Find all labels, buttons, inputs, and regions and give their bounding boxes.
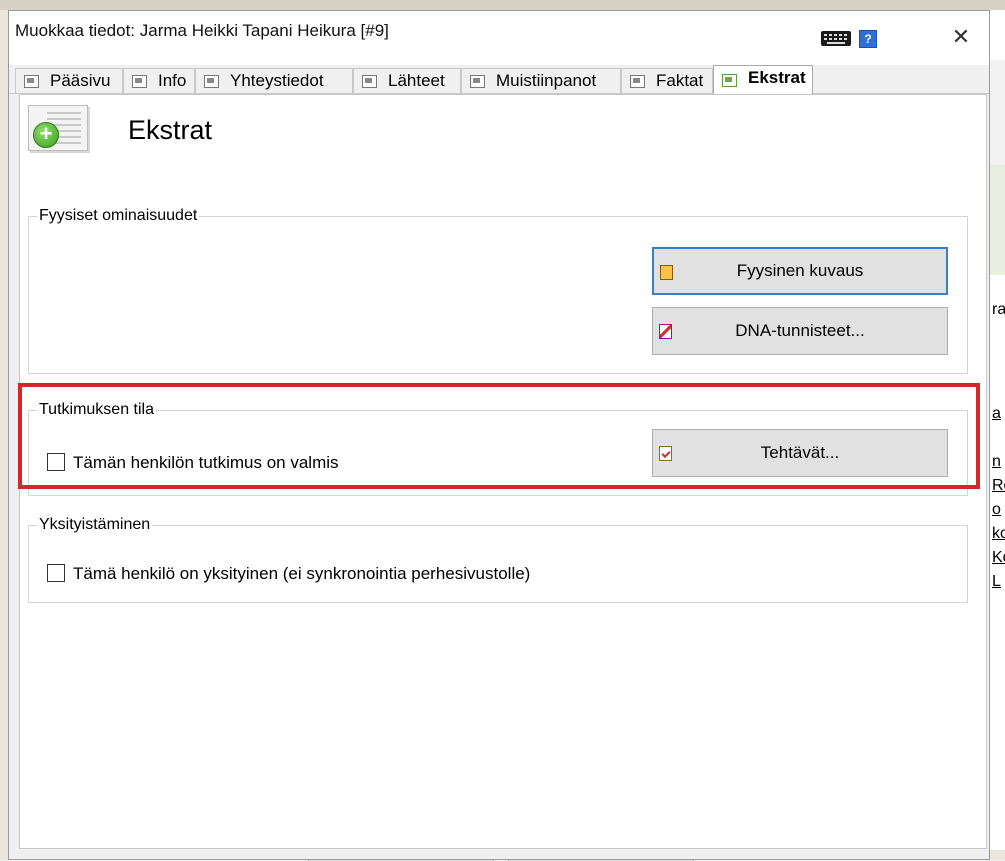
background-text-fragment[interactable]: o [992,498,1005,522]
research-status-group: Tutkimuksen tila Tämän henkilön tutkimus… [28,401,968,496]
button-label: DNA-tunnisteet... [735,321,865,340]
background-text-fragment[interactable]: n [992,450,1005,474]
person-card-icon [24,75,39,88]
research-complete-checkbox[interactable] [47,453,65,471]
private-person-checkbox[interactable] [47,564,65,582]
background-right-panel [990,60,1005,165]
background-text-fragment[interactable]: Ko [992,546,1005,570]
dialog-title: Muokkaa tiedot: Jarma Heikki Tapani Heik… [15,21,389,40]
physical-description-button[interactable]: Fyysinen kuvaus [652,247,948,295]
background-toolbar [0,0,1005,10]
edit-person-dialog: Muokkaa tiedot: Jarma Heikki Tapani Heik… [8,10,990,860]
close-icon[interactable]: ✕ [947,23,975,51]
tab-label: Faktat [656,71,704,90]
group-title: Tutkimuksen tila [37,401,156,419]
ekstrat-page: + Ekstrat Fyysiset ominaisuudet Fyysinen… [19,94,987,849]
tab-strip: Pääsivu Info Yhteystiedot Lähteet Muisti… [9,65,989,94]
background-right-text: a [992,402,1001,426]
background-right-text-list: n Ro o ko Ko L [992,450,1005,594]
page-title: Ekstrat [128,115,213,145]
help-icon[interactable]: ? [859,30,877,48]
facts-icon [630,75,645,88]
tab-label: Lähteet [388,71,445,90]
tab-ekstrat[interactable]: Ekstrat [713,65,813,94]
tasks-button[interactable]: Tehtävät... [652,429,948,477]
background-text-fragment[interactable]: ko [992,522,1005,546]
dna-identifiers-button[interactable]: DNA-tunnisteet... [652,307,948,355]
tab-paasivu[interactable]: Pääsivu [15,68,123,93]
group-title: Fyysiset ominaisuudet [37,207,200,225]
info-list-icon [132,75,147,88]
clipboard-icon [659,446,672,461]
background-text-fragment[interactable]: L [992,570,1005,594]
background-text-fragment[interactable]: Ro [992,474,1005,498]
research-complete-label: Tämän henkilön tutkimus on valmis [73,453,339,472]
sources-icon [362,75,377,88]
privacy-group: Yksityistäminen Tämä henkilö on yksityin… [28,516,968,603]
physical-attributes-group: Fyysiset ominaisuudet Fyysinen kuvaus DN… [28,207,968,374]
book-icon [660,265,673,280]
background-text-fragment: ra [992,301,1005,318]
button-label: Tehtävät... [760,443,840,462]
house-icon [204,75,219,88]
keyboard-icon[interactable] [821,31,851,46]
background-text-fragment: a [992,405,1001,422]
dna-icon [659,324,672,339]
background-right-text: ra [992,298,1005,322]
tab-faktat[interactable]: Faktat [621,68,713,93]
notes-icon [470,75,485,88]
button-label: Fyysinen kuvaus [736,261,864,280]
dialog-titlebar: Muokkaa tiedot: Jarma Heikki Tapani Heik… [9,11,989,65]
tab-lahteet[interactable]: Lähteet [353,68,461,93]
tab-label: Yhteystiedot [230,71,324,90]
private-person-label: Tämä henkilö on yksityinen (ei synkronoi… [73,564,531,583]
tab-muistiinpanot[interactable]: Muistiinpanot [461,68,621,93]
group-title: Yksityistäminen [37,516,153,534]
tab-yhteystiedot[interactable]: Yhteystiedot [195,68,353,93]
tab-info[interactable]: Info [123,68,195,93]
extras-icon [722,74,737,87]
tab-label: Ekstrat [748,68,806,87]
tab-label: Pääsivu [50,71,111,90]
background-right-band [990,165,1005,275]
add-extras-icon: + [28,105,88,151]
tab-label: Info [158,71,187,90]
tab-label: Muistiinpanot [496,71,597,90]
